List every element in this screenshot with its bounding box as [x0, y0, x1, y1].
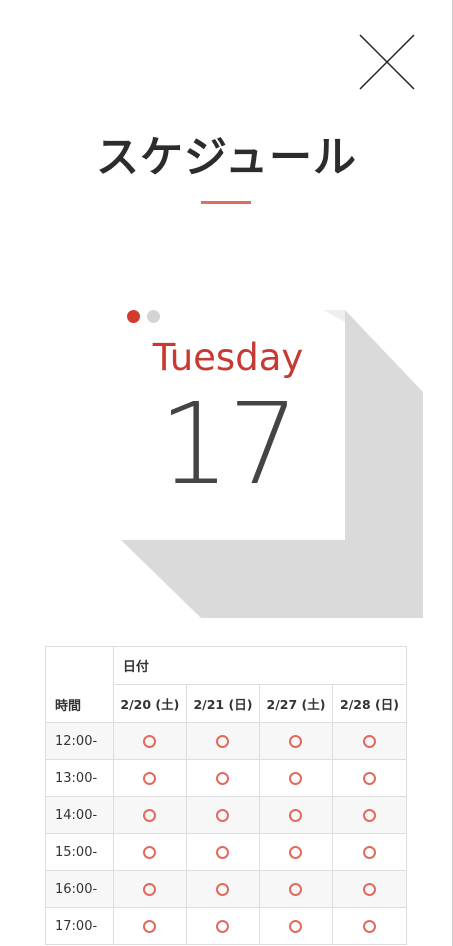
schedule-table: 時間 日付 2/20 (土) 2/21 (日) 2/27 (土) 2/28 (日… — [45, 646, 408, 945]
available-circle-icon — [216, 808, 230, 822]
time-slot-label: 17:00- — [45, 907, 114, 945]
close-button[interactable] — [358, 33, 416, 91]
table-row: 13:00- — [45, 759, 407, 797]
available-circle-icon — [143, 808, 157, 822]
available-circle-icon — [363, 845, 376, 859]
available-circle-icon — [143, 734, 157, 748]
date-column-header: 2/27 (土) — [258, 684, 334, 723]
availability-cell[interactable] — [185, 796, 260, 834]
available-circle-icon — [363, 808, 376, 822]
available-circle-icon — [216, 845, 230, 859]
page-title: スケジュール — [96, 133, 357, 183]
availability-cell[interactable] — [258, 833, 334, 871]
available-circle-icon — [289, 919, 303, 933]
availability-cell[interactable] — [258, 759, 334, 797]
date-column-header: 2/28 (日) — [332, 684, 407, 723]
availability-cell[interactable] — [112, 870, 187, 908]
calendar-weekday: Tuesday — [152, 336, 304, 379]
availability-cell[interactable] — [258, 907, 334, 945]
availability-cell[interactable] — [332, 796, 407, 834]
time-slot-label: 16:00- — [45, 870, 114, 908]
time-slot-label: 12:00- — [45, 722, 114, 760]
availability-cell[interactable] — [112, 907, 187, 945]
available-circle-icon — [143, 845, 157, 859]
table-row: 17:00- — [45, 907, 407, 945]
table-row: 16:00- — [45, 870, 407, 908]
date-column-header: 2/21 (日) — [185, 684, 260, 723]
availability-cell[interactable] — [112, 833, 187, 871]
available-circle-icon — [216, 771, 230, 785]
availability-cell[interactable] — [332, 759, 407, 797]
available-circle-icon — [289, 771, 303, 785]
available-circle-icon — [363, 882, 376, 896]
available-circle-icon — [143, 771, 157, 785]
availability-cell[interactable] — [185, 907, 260, 945]
available-circle-icon — [363, 734, 376, 748]
availability-cell[interactable] — [185, 722, 260, 760]
availability-cell[interactable] — [185, 870, 260, 908]
availability-cell[interactable] — [258, 870, 334, 908]
close-icon — [359, 34, 415, 90]
calendar-day-number: 17 — [158, 380, 300, 510]
available-circle-icon — [216, 919, 230, 933]
table-row: 12:00- — [45, 722, 407, 760]
availability-cell[interactable] — [185, 833, 260, 871]
availability-cell[interactable] — [332, 833, 407, 871]
availability-cell[interactable] — [258, 796, 334, 834]
available-circle-icon — [363, 771, 376, 785]
pager-dot-active[interactable] — [127, 310, 140, 323]
available-circle-icon — [289, 734, 303, 748]
time-slot-label: 15:00- — [45, 833, 114, 871]
pager-dot-inactive[interactable] — [147, 310, 160, 323]
availability-cell[interactable] — [112, 759, 187, 797]
available-circle-icon — [216, 882, 230, 896]
availability-cell[interactable] — [185, 759, 260, 797]
available-circle-icon — [143, 882, 157, 896]
time-slot-label: 13:00- — [45, 759, 114, 797]
availability-cell[interactable] — [258, 722, 334, 760]
title-underline — [201, 201, 251, 204]
time-slot-label: 14:00- — [45, 796, 114, 834]
availability-cell[interactable] — [332, 870, 407, 908]
calendar-illustration: Tuesday 17 — [113, 300, 423, 618]
date-group-header: 日付 — [112, 646, 408, 685]
available-circle-icon — [143, 919, 157, 933]
available-circle-icon — [363, 919, 376, 933]
table-row: 14:00- — [45, 796, 407, 834]
availability-cell[interactable] — [112, 722, 187, 760]
table-row: 15:00- — [45, 833, 407, 871]
available-circle-icon — [289, 808, 303, 822]
available-circle-icon — [289, 845, 303, 859]
date-column-header: 2/20 (土) — [112, 684, 187, 723]
schedule-modal: スケジュール Tuesday 17 時間 日付 2/20 (土) 2/21 (日… — [0, 0, 453, 946]
time-column-header: 時間 — [45, 646, 114, 723]
availability-cell[interactable] — [332, 907, 407, 945]
available-circle-icon — [216, 734, 230, 748]
available-circle-icon — [289, 882, 303, 896]
availability-cell[interactable] — [112, 796, 187, 834]
availability-cell[interactable] — [332, 722, 407, 760]
